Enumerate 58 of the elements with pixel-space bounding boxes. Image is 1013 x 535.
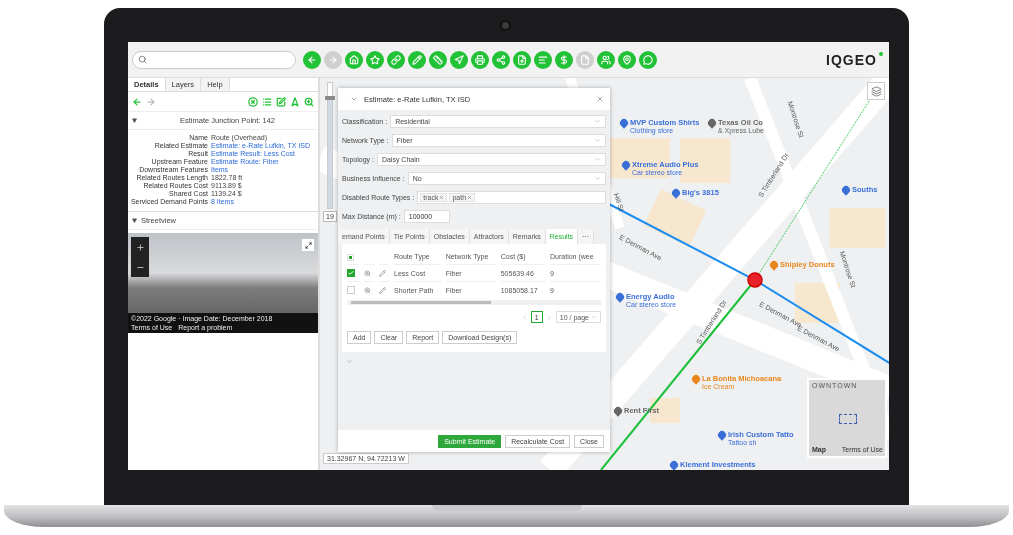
horizontal-scrollbar[interactable]: [347, 300, 601, 305]
printer-icon[interactable]: [471, 50, 489, 69]
expand-icon[interactable]: [302, 239, 314, 251]
place-pin-icon[interactable]: [716, 429, 728, 441]
pencil-icon[interactable]: [379, 286, 386, 294]
collapse-triangle-icon[interactable]: [132, 218, 137, 223]
share-icon[interactable]: [492, 50, 510, 69]
link-icon[interactable]: [387, 50, 405, 69]
dropdown-caret-icon[interactable]: [594, 118, 601, 125]
back-icon[interactable]: [132, 96, 142, 107]
close-icon[interactable]: [596, 95, 604, 103]
dropdown-caret-icon[interactable]: [594, 137, 601, 144]
remove-tag-icon[interactable]: [439, 195, 445, 200]
zoom-in-icon[interactable]: [135, 242, 145, 252]
route-icon[interactable]: [290, 96, 300, 107]
place-pin-icon[interactable]: [768, 259, 780, 271]
chevron-down-icon[interactable]: [346, 358, 353, 365]
clear-icon[interactable]: [248, 96, 258, 107]
logo: IQGEO: [826, 51, 883, 68]
viewport-frame[interactable]: [839, 414, 857, 424]
chat-icon[interactable]: [639, 50, 657, 69]
search-icon: [138, 55, 147, 64]
back-icon[interactable]: [303, 50, 321, 69]
place-pin-icon[interactable]: [612, 405, 624, 417]
select-all-checkbox[interactable]: [347, 253, 354, 261]
row-checkbox[interactable]: [347, 269, 355, 277]
lines-icon[interactable]: [534, 50, 552, 69]
remove-tag-icon[interactable]: [467, 195, 473, 200]
layers-icon[interactable]: [867, 82, 885, 100]
place-pin-icon[interactable]: [620, 159, 632, 171]
dropdown-caret-icon[interactable]: [591, 314, 597, 320]
place-pin-icon[interactable]: [614, 291, 626, 303]
next-page-icon[interactable]: [545, 313, 553, 321]
place-pin-icon[interactable]: [668, 459, 680, 470]
collapse-triangle-icon[interactable]: [132, 118, 137, 123]
search-field[interactable]: [132, 50, 296, 69]
zoom-slider[interactable]: [327, 82, 333, 209]
file-upload-icon[interactable]: [513, 50, 531, 69]
pencil-icon[interactable]: [379, 269, 386, 277]
row-checkbox[interactable]: [347, 286, 355, 294]
dropdown-caret-icon[interactable]: [594, 156, 601, 163]
pencil-icon[interactable]: [408, 50, 426, 69]
place-pin-icon[interactable]: [670, 187, 682, 199]
camera-icon: [500, 20, 511, 31]
previous-page-icon[interactable]: [520, 313, 528, 321]
place-pin-icon[interactable]: [840, 184, 852, 196]
place-pin-icon[interactable]: [706, 117, 718, 129]
dropdown-caret-icon[interactable]: [594, 175, 601, 182]
people-icon[interactable]: [597, 50, 615, 69]
list-icon[interactable]: [262, 96, 272, 107]
dollar-icon[interactable]: [555, 50, 573, 69]
edit-icon[interactable]: [276, 96, 286, 107]
chevron-down-icon[interactable]: [350, 95, 358, 103]
home-icon[interactable]: [345, 50, 363, 69]
place-pin-icon[interactable]: [690, 373, 702, 385]
ruler-icon[interactable]: [429, 50, 447, 69]
map-pin-icon[interactable]: [618, 50, 636, 69]
place-pin-icon[interactable]: [618, 117, 630, 129]
